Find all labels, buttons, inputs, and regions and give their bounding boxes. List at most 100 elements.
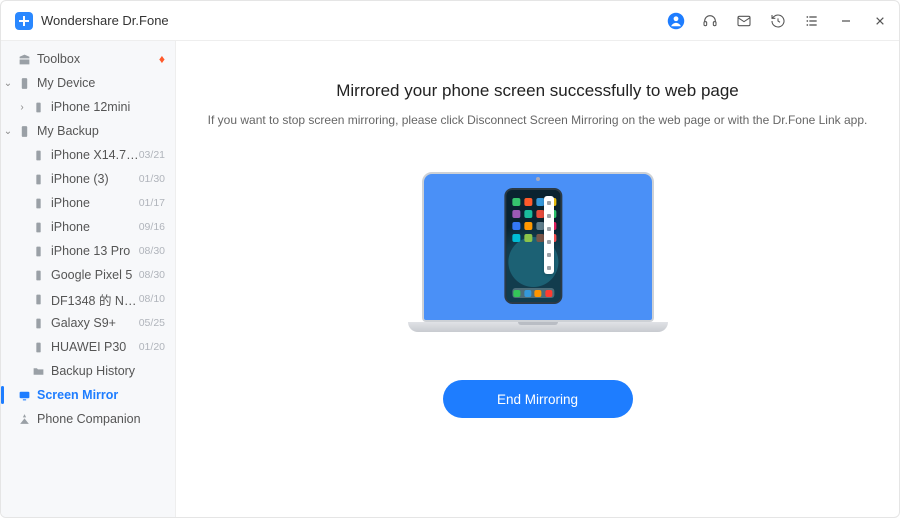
chevron-right-icon: ›	[15, 102, 29, 113]
tool-dot-icon	[547, 214, 551, 218]
tool-dot-icon	[547, 253, 551, 257]
backup-date: 08/30	[139, 269, 165, 281]
sidebar-item-screen-mirror[interactable]: Screen Mirror	[1, 383, 175, 407]
body: Toolbox ♦ ⌄ My Device › iPhone 12mini ⌄	[1, 41, 899, 517]
device-icon	[15, 77, 33, 90]
history-folder-icon	[29, 365, 47, 378]
menu-list-icon[interactable]	[803, 12, 821, 30]
page-title: Mirrored your phone screen successfully …	[336, 81, 739, 101]
sidebar-backup-item[interactable]: iPhone09/16	[1, 215, 175, 239]
app-icon	[512, 210, 520, 218]
app-icon	[524, 222, 532, 230]
app-logo-icon	[15, 12, 33, 30]
hot-icon: ♦	[159, 52, 165, 66]
account-icon[interactable]	[667, 12, 685, 30]
phone-icon	[29, 341, 47, 354]
backup-name: Google Pixel 5	[47, 268, 139, 282]
app-icon	[536, 234, 544, 242]
sidebar-backup-item[interactable]: iPhone X14.7-...03/21	[1, 143, 175, 167]
app-window: Wondershare Dr.Fone	[0, 0, 900, 518]
sidebar-label: My Device	[33, 76, 165, 90]
sidebar-label: My Backup	[33, 124, 165, 138]
backup-date: 08/10	[139, 293, 165, 305]
app-icon	[512, 198, 520, 206]
app-title: Wondershare Dr.Fone	[41, 13, 169, 28]
sidebar-item-my-device[interactable]: ⌄ My Device	[1, 71, 175, 95]
app-icon	[512, 222, 520, 230]
mirror-side-toolbar	[544, 196, 554, 274]
app-icon	[512, 234, 520, 242]
mirroring-illustration	[408, 172, 668, 332]
history-icon[interactable]	[769, 12, 787, 30]
backup-name: iPhone 13 Pro	[47, 244, 139, 258]
sidebar-backup-item[interactable]: iPhone 13 Pro08/30	[1, 239, 175, 263]
tool-dot-icon	[547, 227, 551, 231]
app-icon	[524, 198, 532, 206]
sidebar-backup-item[interactable]: HUAWEI P3001/20	[1, 335, 175, 359]
sidebar-label: Phone Companion	[33, 412, 165, 426]
sidebar-backup-item[interactable]: iPhone01/17	[1, 191, 175, 215]
titlebar-actions	[667, 12, 889, 30]
backup-icon	[15, 125, 33, 138]
backup-date: 03/21	[139, 149, 165, 161]
sidebar-item-device-iphone12mini[interactable]: › iPhone 12mini	[1, 95, 175, 119]
tool-dot-icon	[547, 240, 551, 244]
tool-dot-icon	[547, 201, 551, 205]
backup-name: DF1348 的 Not...	[47, 290, 139, 309]
minimize-button[interactable]	[837, 12, 855, 30]
phone-dock	[512, 288, 554, 298]
backup-list: iPhone X14.7-...03/21iPhone (3)01/30iPho…	[1, 143, 175, 359]
phone-icon	[29, 293, 47, 306]
dock-app-icon	[545, 290, 552, 297]
sidebar-item-backup-history[interactable]: Backup History	[1, 359, 175, 383]
sidebar-label: Toolbox	[33, 52, 159, 66]
sidebar-backup-item[interactable]: Google Pixel 508/30	[1, 263, 175, 287]
backup-date: 09/16	[139, 221, 165, 233]
phone-icon	[29, 317, 47, 330]
phone-icon	[29, 269, 47, 282]
backup-name: iPhone	[47, 196, 139, 210]
backup-date: 01/30	[139, 173, 165, 185]
sidebar-backup-item[interactable]: iPhone (3)01/30	[1, 167, 175, 191]
title-left: Wondershare Dr.Fone	[15, 12, 169, 30]
laptop-base	[408, 322, 668, 332]
backup-date: 01/17	[139, 197, 165, 209]
sidebar-item-phone-companion[interactable]: Phone Companion	[1, 407, 175, 431]
sidebar-backup-item[interactable]: Galaxy S9+05/25	[1, 311, 175, 335]
app-icon	[536, 222, 544, 230]
dock-app-icon	[535, 290, 542, 297]
sidebar-item-toolbox[interactable]: Toolbox ♦	[1, 47, 175, 71]
backup-date: 01/20	[139, 341, 165, 353]
phone-icon	[29, 101, 47, 114]
backup-name: iPhone X14.7-...	[47, 148, 139, 162]
sidebar-item-my-backup[interactable]: ⌄ My Backup	[1, 119, 175, 143]
close-button[interactable]	[871, 12, 889, 30]
phone-icon	[29, 173, 47, 186]
phone-companion-icon	[15, 413, 33, 426]
phone-icon	[29, 197, 47, 210]
chevron-down-icon: ⌄	[1, 126, 15, 137]
app-icon	[524, 210, 532, 218]
laptop-screen	[422, 172, 654, 322]
end-mirroring-button[interactable]: End Mirroring	[443, 380, 633, 418]
mail-icon[interactable]	[735, 12, 753, 30]
toolbox-icon	[15, 53, 33, 66]
backup-name: HUAWEI P30	[47, 340, 139, 354]
laptop-graphic	[408, 172, 668, 332]
backup-date: 08/30	[139, 245, 165, 257]
chevron-down-icon: ⌄	[1, 78, 15, 89]
sidebar: Toolbox ♦ ⌄ My Device › iPhone 12mini ⌄	[1, 41, 176, 517]
sidebar-label: Screen Mirror	[33, 388, 165, 402]
screen-mirror-icon	[15, 389, 33, 402]
phone-icon	[29, 221, 47, 234]
backup-name: iPhone (3)	[47, 172, 139, 186]
app-icon	[536, 198, 544, 206]
page-subtitle: If you want to stop screen mirroring, pl…	[208, 113, 868, 127]
sidebar-label: iPhone 12mini	[47, 100, 165, 114]
headset-icon[interactable]	[701, 12, 719, 30]
dock-app-icon	[514, 290, 521, 297]
titlebar: Wondershare Dr.Fone	[1, 1, 899, 41]
backup-date: 05/25	[139, 317, 165, 329]
backup-name: iPhone	[47, 220, 139, 234]
sidebar-backup-item[interactable]: DF1348 的 Not...08/10	[1, 287, 175, 311]
